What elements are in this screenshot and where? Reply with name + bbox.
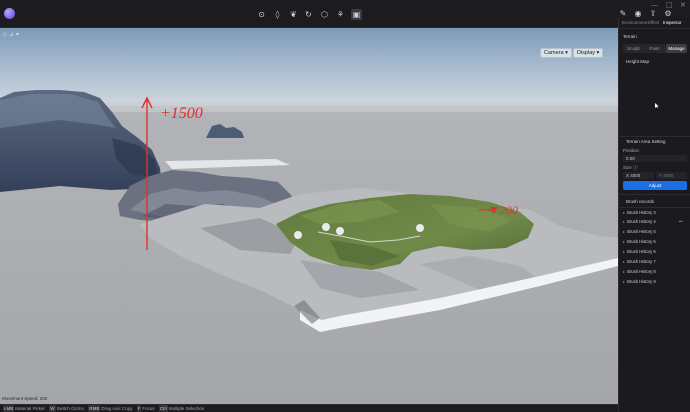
inspector-panel: Environment Effect Inspector Terrain Scu… <box>618 18 690 412</box>
chevron-right-icon: ▸ <box>623 249 626 254</box>
chevron-right-icon: ▸ <box>623 229 626 234</box>
position-input[interactable]: 0.00 <box>623 155 687 162</box>
shortcut-label: Switch Gizmo <box>56 406 85 411</box>
chevron-right-icon: ▸ <box>623 239 626 244</box>
terrain-mode-tabs: Sculpt Paint Manage <box>623 44 687 53</box>
brush-history-item[interactable]: ▸ Brush History 7 <box>623 258 687 265</box>
app-logo-icon <box>4 8 15 19</box>
brush-history-item[interactable]: ▸ Brush History 9 <box>623 278 687 285</box>
tab-sculpt[interactable]: Sculpt <box>623 44 644 53</box>
chevron-right-icon: ▸ <box>623 259 626 264</box>
brush-history-item[interactable]: ▸ Brush History 3 <box>623 209 687 216</box>
adjust-button[interactable]: Adjust <box>623 181 687 190</box>
brush-records-label: Brush records <box>626 199 655 204</box>
brush-history-item[interactable]: ▸ Brush History 4 ••• <box>623 218 687 225</box>
chevron-right-icon: ▸ <box>623 219 626 224</box>
panel-tabs: Environment Effect Inspector <box>619 18 690 29</box>
section-title: Terrain <box>623 34 637 39</box>
image-tool-icon[interactable]: ▣ <box>351 9 362 20</box>
chevron-right-icon: ▸ <box>623 269 626 274</box>
tab-effect[interactable]: Effect <box>648 20 659 25</box>
height-map-label: Height Map <box>626 59 650 64</box>
height-annotation-label: +1500 <box>160 105 203 122</box>
tab-paint[interactable]: Paint <box>644 44 665 53</box>
viewport-nav-controls[interactable]: ⊹ ⊿ ▾ <box>2 30 19 39</box>
shield-tool-icon[interactable]: ⬡ <box>319 9 330 20</box>
terrain-editor-app: — □ ✕ ⊙ ◊ ❦ ↻ ⬡ ⚘ ▣ ✎ ◉ ⇪ ⚙ +1500 ▼200 ⊹… <box>0 0 690 412</box>
size-label: Size ⓘ <box>623 165 638 170</box>
tab-manage[interactable]: Manage <box>666 44 687 53</box>
shortcut-label: Focus <box>142 406 155 411</box>
cycle-tool-icon[interactable]: ↻ <box>303 9 314 20</box>
camera-dropdown[interactable]: Camera ▾ <box>540 48 572 58</box>
tab-inspector[interactable]: Inspector <box>663 20 682 25</box>
marker-icon[interactable] <box>294 231 302 239</box>
sculpt-tool-icon[interactable]: ◊ <box>272 9 283 20</box>
brush-history-item[interactable]: ▸ Brush History 5 <box>623 228 687 235</box>
brush-history-item[interactable]: ▸ Brush History 6 <box>623 238 687 245</box>
marker-icon[interactable] <box>336 227 344 235</box>
close-icon[interactable]: ✕ <box>680 1 686 9</box>
size-y-value: 4000 <box>663 173 674 178</box>
cursor-icon <box>655 103 659 108</box>
size-y-label: Y <box>659 173 662 178</box>
terrain-area-title: Terrain Area Setting <box>626 139 666 144</box>
height-map-drop-area[interactable] <box>623 75 687 133</box>
depth-annotation-label: ▼200 <box>488 203 518 217</box>
size-x-input[interactable]: X 4000 <box>623 172 654 179</box>
pin-tool-icon[interactable]: ⊙ <box>256 9 267 20</box>
shortcut-key: W <box>49 405 56 412</box>
terrain-scene: +1500 ▼200 <box>0 28 618 404</box>
chevron-right-icon: ▸ <box>623 279 626 284</box>
more-icon[interactable]: ••• <box>679 218 683 225</box>
leaf-tool-icon[interactable]: ❦ <box>288 9 299 20</box>
shortcut-key: LMB <box>3 405 15 412</box>
brush-history-item[interactable]: ▸ Brush History 6 <box>623 248 687 255</box>
size-x-label: X <box>626 173 630 178</box>
marker-icon[interactable] <box>416 224 424 232</box>
chevron-right-icon: ▸ <box>623 210 626 215</box>
position-label: Position <box>623 148 640 153</box>
tab-environment[interactable]: Environment <box>622 20 647 25</box>
shortcut-label: Multiple Selection <box>168 406 205 411</box>
marker-icon[interactable] <box>322 223 330 231</box>
brush-history-item[interactable]: ▸ Brush History 8 <box>623 268 687 275</box>
shortcut-key: F <box>136 405 142 412</box>
top-toolbar: — □ ✕ ⊙ ◊ ❦ ↻ ⬡ ⚘ ▣ ✎ ◉ ⇪ ⚙ <box>0 0 690 28</box>
shortcut-label: Drag Axis Copy <box>101 406 133 411</box>
display-dropdown[interactable]: Display ▾ <box>573 48 604 58</box>
camera-speed-info: Movement Speed: 200 <box>2 396 48 401</box>
shortcut-key: Ctrl <box>158 405 168 412</box>
size-y-input[interactable]: Y 4000 <box>656 172 687 179</box>
size-x-value: 4000 <box>630 173 641 178</box>
shortcut-label: Material Picker <box>15 406 46 411</box>
brush-tool-icon[interactable]: ⚘ <box>335 9 346 20</box>
scene-viewport[interactable]: +1500 ▼200 ⊹ ⊿ ▾ Camera ▾ Display ▾ Move… <box>0 28 618 404</box>
shortcut-key: RMB <box>88 405 101 412</box>
status-bar: LMB Material Picker W Switch Gizmo RMB Drag… <box>0 404 618 412</box>
